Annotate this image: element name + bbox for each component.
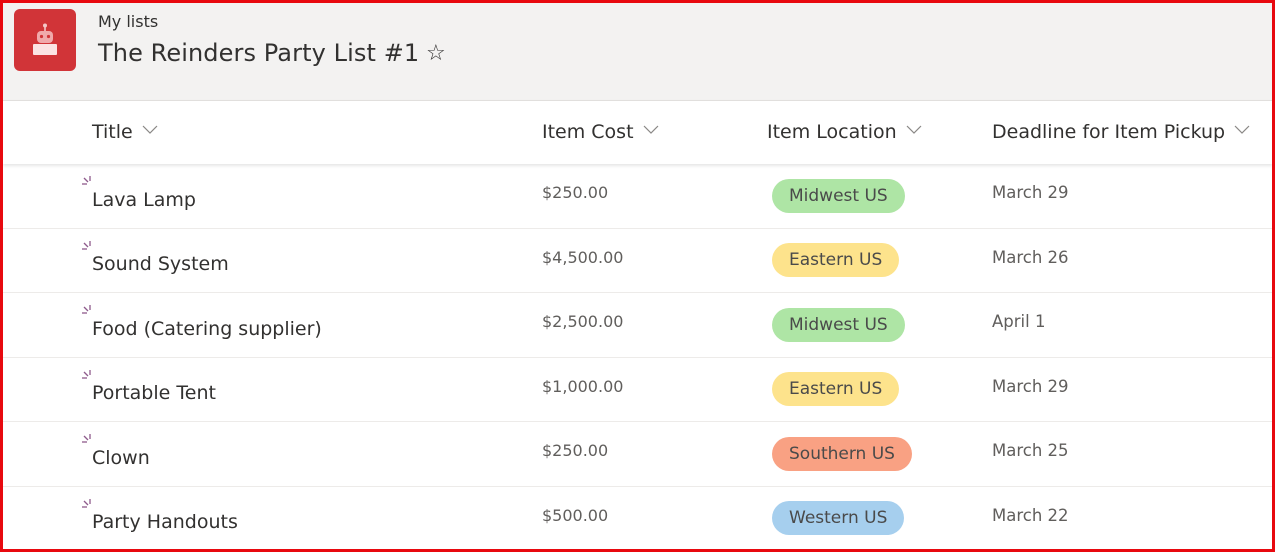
table-row[interactable]: Sound System $4,500.00 Eastern US March …: [3, 228, 1272, 293]
chevron-down-icon: [906, 125, 922, 134]
column-header-label: Title: [92, 121, 133, 143]
table-row[interactable]: Lava Lamp $250.00 Midwest US March 29: [3, 164, 1272, 229]
location-pill: Eastern US: [772, 372, 900, 407]
table-row[interactable]: Clown $250.00 Southern US March 25: [3, 422, 1272, 487]
location-cell: Western US: [772, 487, 905, 550]
column-header-label: Deadline for Item Pickup: [992, 121, 1226, 143]
location-pill: Western US: [772, 501, 905, 536]
new-item-sparkle-icon: [82, 369, 91, 379]
deadline-date: March 25: [992, 441, 1069, 461]
deadline-date: March 29: [992, 183, 1069, 203]
location-cell: Midwest US: [772, 164, 905, 228]
title-cell: Clown: [82, 422, 150, 486]
location-pill: Midwest US: [772, 178, 905, 213]
title-cell: Lava Lamp: [82, 164, 196, 228]
new-item-sparkle-icon: [82, 240, 91, 250]
location-cell: Eastern US: [772, 229, 900, 293]
new-item-sparkle-icon: [82, 305, 91, 314]
deadline-date: April 1: [992, 312, 1046, 332]
favorite-star-icon[interactable]: ☆: [426, 43, 446, 65]
list-header: My lists The Reinders Party List #1 ☆: [3, 3, 1272, 100]
chevron-down-icon: [142, 125, 158, 134]
title-cell: Sound System: [82, 229, 229, 293]
column-header-item-location[interactable]: Item Location: [767, 101, 922, 163]
item-title-link[interactable]: Party Handouts: [92, 511, 238, 533]
deadline-date: March 26: [992, 247, 1069, 267]
page-title: The Reinders Party List #1: [98, 39, 420, 67]
item-cost: $4,500.00: [542, 247, 624, 267]
location-cell: Eastern US: [772, 358, 900, 422]
new-item-sparkle-icon: [82, 176, 91, 185]
item-title-link[interactable]: Sound System: [92, 253, 229, 275]
table-row[interactable]: Party Handouts $500.00 Western US March …: [3, 486, 1272, 550]
location-cell: Southern US: [772, 422, 912, 486]
new-item-sparkle-icon: [82, 498, 91, 508]
item-cost: $250.00: [542, 441, 609, 461]
item-cost: $500.00: [542, 505, 609, 525]
deadline-date: March 22: [992, 505, 1069, 525]
item-cost: $1,000.00: [542, 376, 624, 396]
item-title-link[interactable]: Portable Tent: [92, 382, 216, 404]
list-rows: Lava Lamp $250.00 Midwest US March 29 So…: [3, 164, 1272, 550]
table-row[interactable]: Food (Catering supplier) $2,500.00 Midwe…: [3, 293, 1272, 358]
list-view-frame: My lists The Reinders Party List #1 ☆ Ti…: [0, 0, 1275, 552]
column-header-label: Item Cost: [542, 121, 634, 143]
item-cost: $250.00: [542, 183, 609, 203]
deadline-date: March 29: [992, 376, 1069, 396]
robot-icon: [33, 23, 57, 55]
breadcrumb-my-lists[interactable]: My lists: [98, 12, 158, 31]
table-row[interactable]: Portable Tent $1,000.00 Eastern US March…: [3, 357, 1272, 422]
chevron-down-icon: [643, 125, 658, 134]
item-title-link[interactable]: Clown: [92, 447, 150, 469]
location-pill: Eastern US: [772, 243, 900, 278]
location-pill: Midwest US: [772, 307, 905, 342]
list-icon: [14, 9, 76, 71]
title-cell: Party Handouts: [82, 487, 238, 550]
chevron-down-icon: [1234, 125, 1250, 134]
item-cost: $2,500.00: [542, 312, 624, 332]
new-item-sparkle-icon: [82, 434, 91, 443]
column-header-label: Item Location: [767, 121, 897, 143]
column-header-deadline[interactable]: Deadline for Item Pickup: [992, 101, 1250, 163]
location-cell: Midwest US: [772, 293, 905, 357]
column-header-row: Title Item Cost Item Location Deadline f…: [3, 100, 1272, 164]
item-title-link[interactable]: Food (Catering supplier): [92, 318, 322, 340]
title-cell: Portable Tent: [82, 358, 216, 422]
column-header-title[interactable]: Title: [92, 101, 158, 163]
column-header-item-cost[interactable]: Item Cost: [542, 101, 659, 163]
item-title-link[interactable]: Lava Lamp: [92, 189, 196, 211]
location-pill: Southern US: [772, 436, 912, 471]
title-cell: Food (Catering supplier): [82, 293, 322, 357]
